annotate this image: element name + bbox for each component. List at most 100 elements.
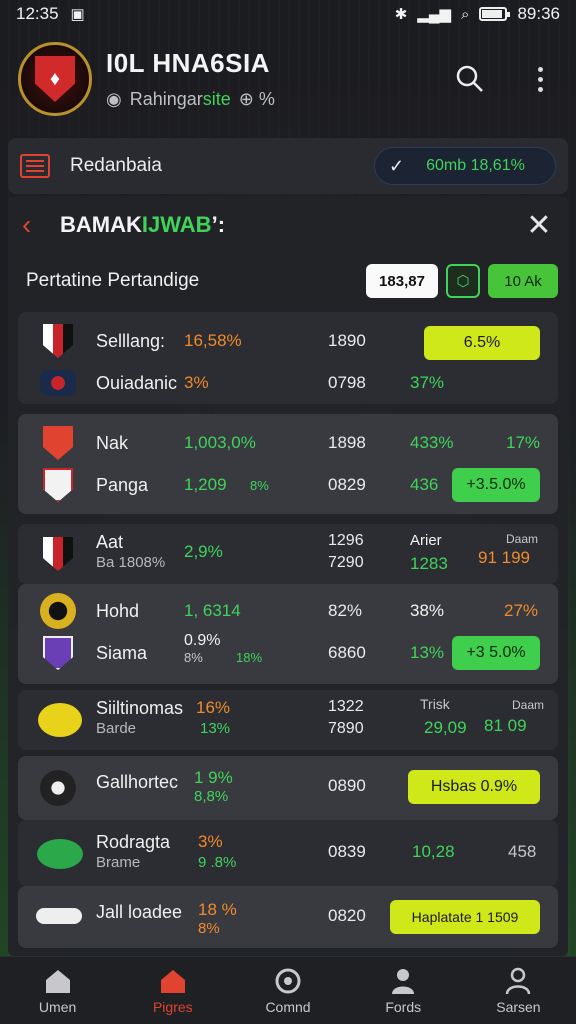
- nav-label: Pigres: [152, 998, 193, 1015]
- nav-item-pigres[interactable]: Pigres: [115, 957, 230, 1024]
- home-icon: [45, 969, 70, 993]
- balance-value: 60mb 18,61%: [426, 157, 525, 174]
- team-percent: 3%: [198, 832, 223, 851]
- odds-button[interactable]: Hsbas 0.9%: [408, 770, 540, 804]
- nav-item-sarsen[interactable]: Sarsen: [461, 957, 576, 1024]
- battery-icon: [479, 7, 511, 21]
- panel-title: BAMAKIJWAB’:: [60, 212, 225, 238]
- team-stat: 0798: [328, 373, 366, 392]
- odds-button[interactable]: Haplatate 1 1509: [390, 900, 540, 934]
- back-chevron-icon[interactable]: ‹: [22, 209, 50, 241]
- subtitle-row: ◉ Rahingarsite ⊕ %: [106, 89, 275, 110]
- signal-icon: ▂▄▆: [417, 6, 452, 23]
- team-percent-sub: 13%: [200, 720, 231, 737]
- nav-item-comnd[interactable]: Comnd: [230, 957, 345, 1024]
- team-percent: 2,9%: [184, 542, 223, 561]
- team-ratio-2: 81 09: [484, 716, 527, 735]
- team-badge-icon: [40, 425, 76, 461]
- match-card[interactable]: Aat Ba 1808% 2,9% 1296 7290 Arier 1283 D…: [18, 524, 558, 584]
- team-name: Hohd: [96, 600, 140, 621]
- photo-icon: ▣: [70, 6, 85, 23]
- team-ratio-2: 91 199: [478, 548, 530, 567]
- bluetooth-icon: ✱: [394, 6, 408, 23]
- team-stat: 0890: [328, 776, 366, 795]
- team-ratio: 433%: [410, 433, 454, 452]
- team-stat: 0829: [328, 475, 366, 494]
- team-subname: Brame: [96, 854, 141, 871]
- team-badge-icon: [40, 770, 76, 806]
- team-ratio: 13%: [410, 643, 445, 662]
- team-percent: 16,58%: [184, 331, 242, 350]
- match-card[interactable]: Selllang: 16,58% 1890 6.5% Ouiadanic 3% …: [18, 312, 558, 404]
- status-time: 12:35: [16, 4, 59, 23]
- club-logo: ♦: [18, 42, 92, 116]
- hexagon-icon: ⬡: [456, 273, 470, 290]
- team-percent: 3%: [184, 373, 209, 392]
- team-ratio-label: Trisk: [420, 696, 450, 712]
- team-ratio: 37%: [410, 373, 445, 392]
- team-name: Ouiadanic: [96, 372, 178, 393]
- team-name: Rodragta: [96, 832, 171, 852]
- team-percent-sub: 8,8%: [194, 788, 229, 805]
- nav-item-fords[interactable]: Fords: [346, 957, 461, 1024]
- match-card[interactable]: Rodragta Brame 3% 9 .8% 0839 10,28 458: [18, 820, 558, 886]
- team-badge-icon: [36, 836, 84, 872]
- team-ratio-2: 17%: [506, 433, 541, 452]
- search-button[interactable]: [452, 61, 488, 97]
- close-icon[interactable]: ✕: [524, 208, 554, 243]
- team-name: Siama: [96, 642, 148, 663]
- status-bar: 12:35 ▣ ✱ ▂▄▆ ⌕ 89:36: [0, 0, 576, 28]
- team-name: Panga: [96, 474, 149, 495]
- odds-button[interactable]: 6.5%: [424, 326, 540, 360]
- match-card[interactable]: Jall loadee 18 % 8% 0820 Haplatate 1 150…: [18, 886, 558, 948]
- team-percent: 1 9%: [194, 768, 233, 787]
- user-outline-icon: [506, 967, 531, 994]
- section-bar: Redanbaia ✓ 60mb 18,61%: [8, 138, 568, 194]
- team-percent: 1,003,0%: [184, 433, 256, 452]
- team-percent-small: 18%: [236, 650, 263, 665]
- team-ratio: 38%: [410, 601, 445, 620]
- match-card[interactable]: Hohd 1, 6314 82% 38% 27% Siama 0.9% 8% 1…: [18, 584, 558, 684]
- person-icon: [392, 968, 415, 994]
- balance-pill[interactable]: ✓ 60mb 18,61%: [374, 147, 556, 185]
- list-icon[interactable]: [20, 154, 50, 178]
- team-ratio: 29,09: [424, 718, 467, 737]
- team-badge-icon: [40, 365, 76, 401]
- team-percent: 0.9%: [184, 632, 221, 649]
- odds-button[interactable]: +3 5.0%: [452, 636, 540, 670]
- team-ratio-2-label: Daam: [506, 532, 539, 546]
- team-ratio: 10,28: [412, 842, 455, 861]
- team-stat: 1898: [328, 433, 366, 452]
- team-ratio-2-label: Daam: [512, 698, 545, 712]
- app-title: I0L HNA6SIA: [106, 48, 270, 78]
- status-clock: 89:36: [517, 4, 560, 23]
- team-name: Selllang:: [96, 330, 166, 351]
- filter-value-chip[interactable]: 183,87: [366, 264, 438, 298]
- circle-icon: [275, 968, 301, 993]
- panel-title-accent: IJWAB: [141, 212, 212, 237]
- filter-green-chip[interactable]: 10 Ak: [488, 264, 558, 298]
- check-icon: ✓: [389, 155, 405, 176]
- nav-label: Fords: [385, 998, 422, 1015]
- filter-title: Pertatine Pertandige: [26, 270, 200, 291]
- team-stat-2: 7290: [328, 554, 364, 571]
- more-menu-button[interactable]: [522, 61, 558, 97]
- match-card[interactable]: Siiltinomas Barde 16% 13% 1322 7890 Tris…: [18, 690, 558, 750]
- panel-header: ‹ BAMAKIJWAB’: ✕: [8, 196, 568, 254]
- search-icon: [456, 65, 483, 92]
- wifi-icon: ⌕: [461, 5, 470, 23]
- team-ratio-2: 458: [508, 842, 537, 861]
- match-card[interactable]: Nak 1,003,0% 1898 433% 17% Panga 1,209 8…: [18, 414, 558, 514]
- team-name: Siiltinomas: [96, 698, 184, 718]
- filter-toggle-chip[interactable]: ⬡: [446, 264, 480, 298]
- matches-panel: ‹ BAMAKIJWAB’: ✕ Pertatine Pertandige 18…: [8, 196, 568, 956]
- odds-button[interactable]: +3.5.0%: [452, 468, 540, 502]
- team-badge-icon: [34, 898, 84, 934]
- team-stat: 1890: [328, 331, 366, 350]
- panel-title-tail: ’:: [211, 212, 226, 237]
- match-card[interactable]: Gallhortec 1 9% 8,8% 0890 Hsbas 0.9%: [18, 756, 558, 820]
- nav-item-umen[interactable]: Umen: [0, 957, 115, 1024]
- team-stat-2: 7890: [328, 720, 364, 737]
- team-percent: 18 %: [198, 900, 237, 919]
- team-percent-small: 8%: [250, 477, 269, 493]
